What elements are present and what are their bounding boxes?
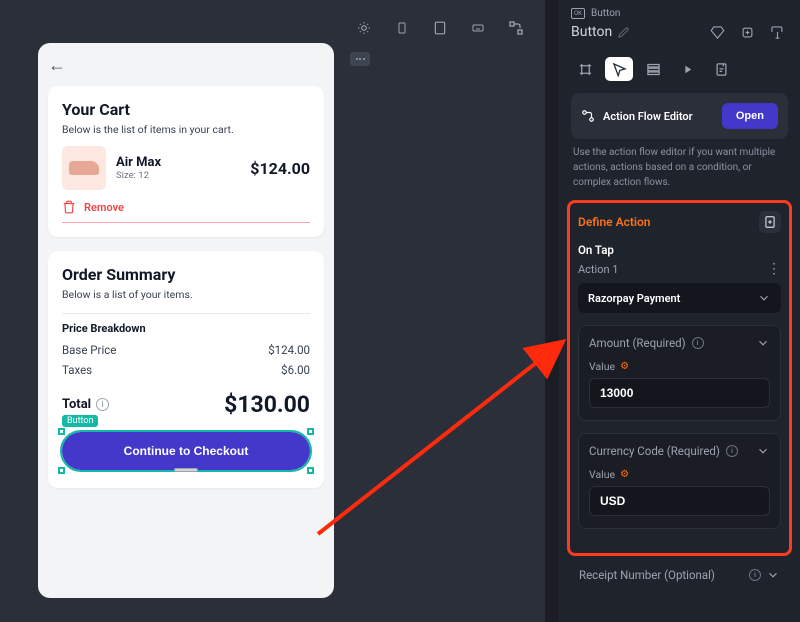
chevron-down-icon[interactable] [766,568,780,582]
total-row: Total i $130.00 [62,391,310,418]
flow-button[interactable] [502,14,530,42]
trash-icon [62,200,76,214]
resize-handle[interactable] [174,468,198,472]
divider [62,222,310,223]
price-row: Base Price $124.00 [62,343,310,357]
info-icon[interactable]: i [749,569,761,581]
tab-backend[interactable] [639,57,667,81]
total-value: $130.00 [224,391,310,418]
product-name: Air Max [116,155,240,170]
widget-name[interactable]: Button [571,24,629,40]
receipt-label: Receipt Number (Optional) [579,568,715,582]
remove-label: Remove [84,201,124,214]
define-action-label: Define Action [578,215,651,229]
tab-actions[interactable] [605,57,633,81]
breakdown-label: Price Breakdown [62,322,310,335]
canvas-toolbar [350,14,530,42]
widget-type: OK Button [571,8,788,19]
summary-title: Order Summary [62,265,310,284]
afe-title: Action Flow Editor [603,110,693,123]
summary-card: Order Summary Below is a list of your it… [48,251,324,488]
chevron-down-icon[interactable] [756,336,770,350]
define-action-section: Define Action On Tap Action 1 ⋮ Razorpay… [567,200,792,556]
copy-plus-icon[interactable] [736,21,758,43]
info-icon[interactable]: i [726,445,738,457]
chevron-down-icon[interactable] [756,444,770,458]
tab-design[interactable] [571,57,599,81]
info-icon[interactable]: i [96,398,109,411]
edit-icon [618,27,629,38]
device-phone-button[interactable] [388,14,416,42]
theme-toggle-button[interactable] [350,14,378,42]
currency-input[interactable] [589,486,770,516]
trigger-label: On Tap [578,243,781,257]
afe-open-button[interactable]: Open [722,103,778,129]
cart-subtitle: Below is the list of items in your cart. [62,123,310,136]
product-size: Size: 12 [116,170,240,181]
cart-item: Air Max Size: 12 $124.00 [62,146,310,190]
cart-card: Your Cart Below is the list of items in … [48,86,324,237]
tax-row: Taxes $6.00 [62,363,310,377]
phone-preview: ← Your Cart Below is the list of items i… [38,43,334,598]
design-canvas: ← Your Cart Below is the list of items i… [0,0,545,622]
checkout-button[interactable]: Continue to Checkout [62,432,310,470]
variable-icon[interactable]: ⚙ [620,361,629,372]
selection-tag: Button [62,415,98,427]
afe-description: Use the action flow editor if you want m… [573,145,786,190]
tab-animations[interactable] [673,57,701,81]
tab-docs[interactable] [707,57,735,81]
device-tablet-button[interactable] [426,14,454,42]
summary-subtitle: Below is a list of your items. [62,288,310,301]
inspector-panel: OK Button Button [559,0,800,622]
cart-title: Your Cart [62,100,310,119]
paint-icon[interactable] [766,21,788,43]
flow-icon [581,109,595,123]
zoom-handle[interactable] [350,52,370,66]
chevron-down-icon [757,291,771,305]
action-type-select[interactable]: Razorpay Payment [578,283,781,313]
currency-field-group: Currency Code (Required) i Value ⚙ [578,433,781,529]
inspector-tabs [559,51,800,87]
remove-button[interactable]: Remove [62,200,310,214]
variable-icon[interactable]: ⚙ [620,469,629,480]
action-menu-icon[interactable]: ⋮ [767,261,781,277]
keyboard-button[interactable] [464,14,492,42]
product-thumbnail [62,146,106,190]
info-icon[interactable]: i [692,337,704,349]
action-index: Action 1 [578,263,618,276]
amount-input[interactable] [589,378,770,408]
diamond-icon[interactable] [706,21,728,43]
back-arrow-icon[interactable]: ← [48,55,66,76]
button-type-icon: OK [571,8,585,19]
action-flow-editor-card: Action Flow Editor Open [571,93,788,139]
add-action-button[interactable] [759,211,781,233]
product-price: $124.00 [250,159,310,178]
amount-field-group: Amount (Required) i Value ⚙ [578,325,781,421]
